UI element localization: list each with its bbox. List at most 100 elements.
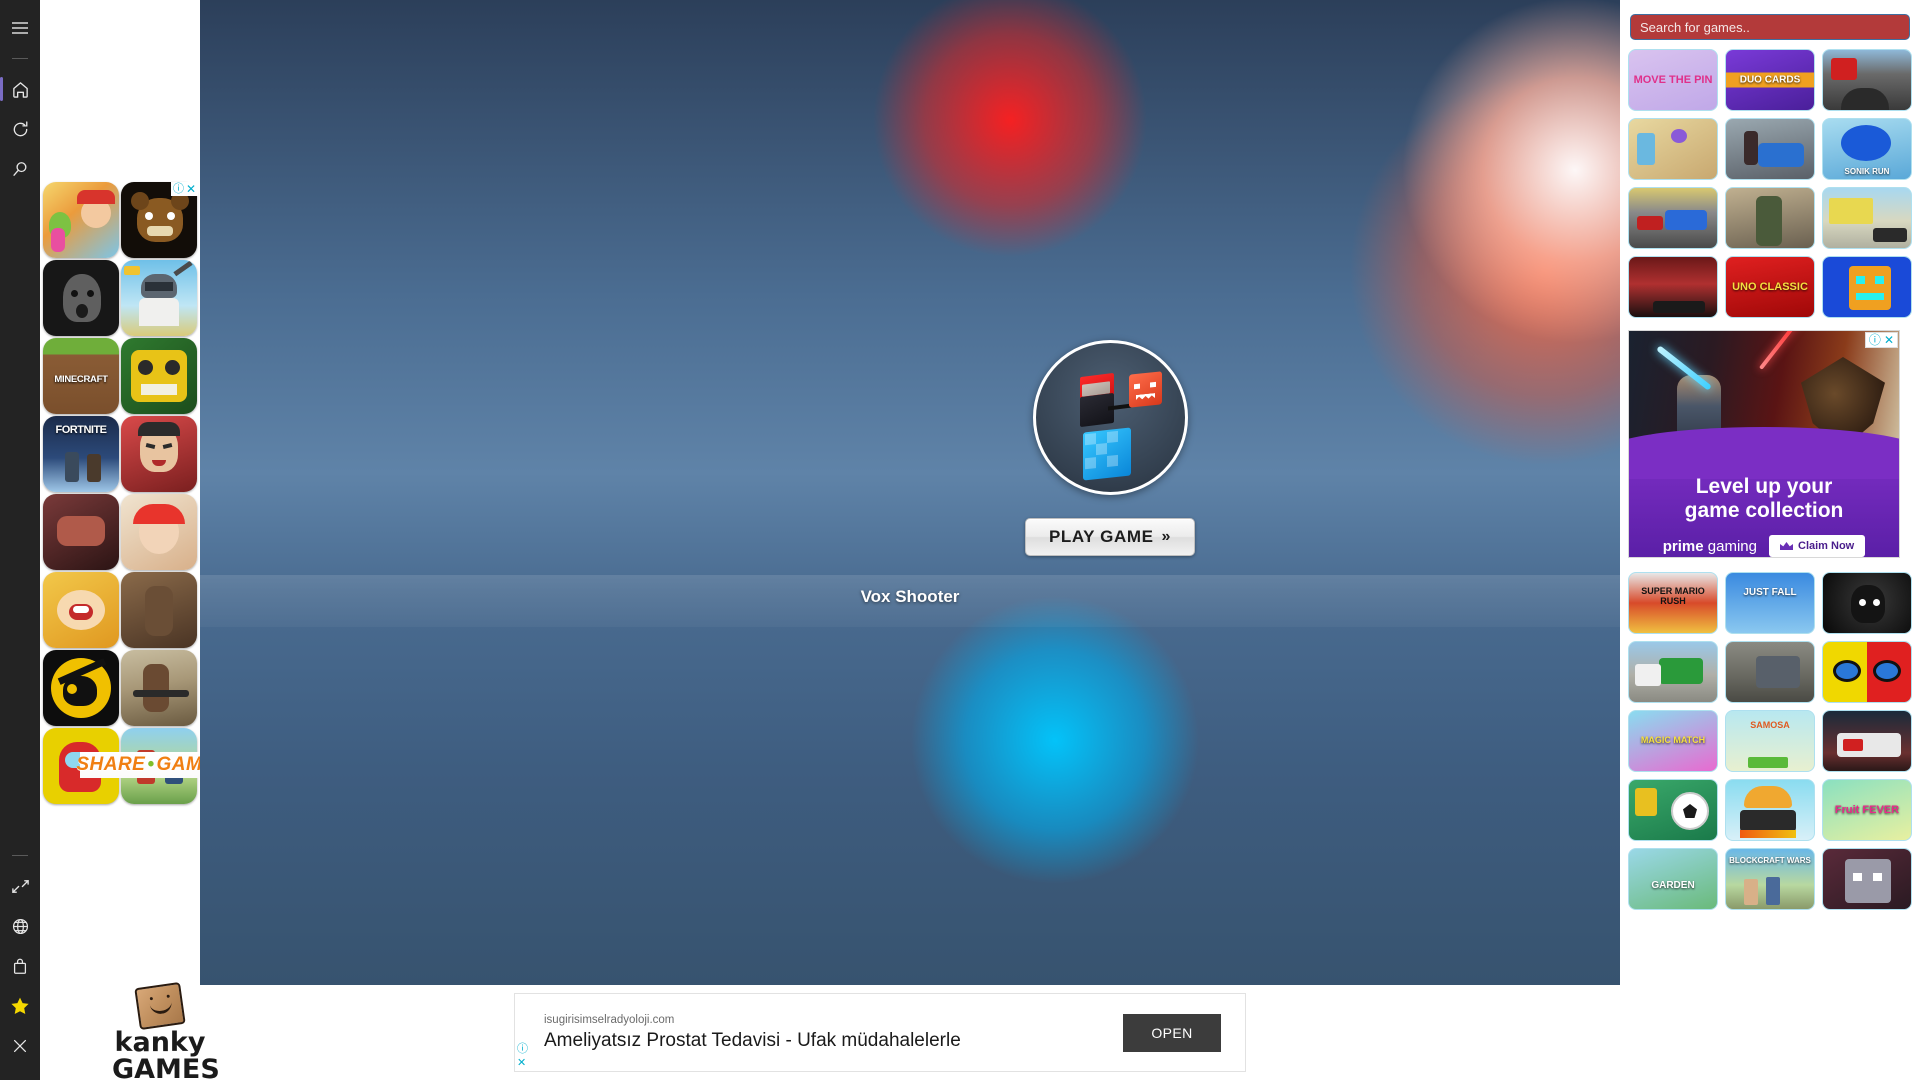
red-lightsaber-icon: [1758, 331, 1800, 370]
game-tile[interactable]: [1822, 572, 1912, 634]
tile-label: MOVE THE PIN: [1633, 73, 1713, 86]
logo-line-1: kanky: [114, 1027, 206, 1058]
left-ad-thumb[interactable]: [121, 416, 197, 492]
left-ad-thumb[interactable]: FORTNITE: [43, 416, 119, 492]
right-ad-banner[interactable]: ⓘ ✕ Level up your game collection prime …: [1628, 330, 1900, 558]
thumb-label: MINECRAFT: [54, 374, 108, 385]
game-tile[interactable]: UNO CLASSIC: [1725, 256, 1815, 318]
share-games-text-1: SHARE: [76, 754, 146, 775]
game-tile[interactable]: SONIK RUN: [1822, 118, 1912, 180]
collapse-icon[interactable]: [0, 866, 40, 906]
game-tile[interactable]: GARDEN: [1628, 848, 1718, 910]
chevron-right-icon: »: [1161, 528, 1172, 545]
bottom-ad-open-button[interactable]: OPEN: [1123, 1013, 1221, 1052]
globe-icon[interactable]: [0, 906, 40, 946]
game-tile[interactable]: [1822, 641, 1912, 703]
game-tile[interactable]: BLOCKCRAFT WARS: [1725, 848, 1815, 910]
left-ad-thumb[interactable]: [121, 650, 197, 726]
game-tile[interactable]: [1725, 187, 1815, 249]
claim-now-label: Claim Now: [1798, 540, 1855, 553]
game-tile[interactable]: [1822, 49, 1912, 111]
left-ad-controls[interactable]: ⓘ ✕: [170, 182, 198, 196]
bottom-ad-domain: isugirisimselradyoloji.com: [544, 1013, 675, 1026]
game-tile[interactable]: DUO CARDS: [1725, 49, 1815, 111]
game-tile[interactable]: MAGIC MATCH: [1628, 710, 1718, 772]
game-tile[interactable]: [1822, 256, 1912, 318]
ad-info-icon[interactable]: ⓘ: [517, 1044, 528, 1055]
ad-close-icon[interactable]: ✕: [186, 183, 196, 195]
site-logo[interactable]: kanky GAMES: [112, 982, 220, 1080]
prime-word: prime: [1662, 537, 1704, 555]
search-input[interactable]: [1630, 14, 1910, 40]
game-tile[interactable]: [1725, 779, 1815, 841]
left-ad-thumb[interactable]: [121, 572, 197, 648]
browser-sidebar: [0, 0, 40, 1080]
game-thumbnail[interactable]: [1033, 340, 1188, 495]
ad-close-icon[interactable]: ✕: [517, 1058, 528, 1069]
vox-enemy-cube: [1129, 371, 1162, 408]
tile-label: SONIK RUN: [1844, 167, 1890, 177]
game-tile[interactable]: JUST FALL: [1725, 572, 1815, 634]
app-root: ⓘ ✕ MINECRAFT FORTNITE SHARE • GAMES kan…: [0, 0, 1920, 1080]
left-ad-thumb[interactable]: [121, 494, 197, 570]
gaming-word: gaming: [1703, 537, 1757, 555]
left-ad-thumb[interactable]: MINECRAFT: [43, 338, 119, 414]
stage-background: [200, 0, 1620, 985]
crown-icon: [1780, 542, 1793, 551]
left-ad-thumb[interactable]: [43, 650, 119, 726]
bag-icon[interactable]: [0, 946, 40, 986]
tile-label: Fruit FEVER: [1834, 803, 1900, 816]
game-tile[interactable]: [1628, 256, 1718, 318]
prime-gaming-logo: prime gaming: [1663, 538, 1757, 555]
sidebar-divider-top: [12, 58, 28, 59]
game-grid-top: MOVE THE PIN DUO CARDS SONIK RUN UNO CLA…: [1628, 49, 1912, 318]
game-tile[interactable]: MOVE THE PIN: [1628, 49, 1718, 111]
play-game-button[interactable]: PLAY GAME »: [1025, 518, 1195, 556]
right-ad-controls[interactable]: ⓘ ✕: [1864, 332, 1898, 348]
game-tile[interactable]: [1822, 187, 1912, 249]
left-ad-thumb[interactable]: [121, 338, 197, 414]
left-ad-thumb[interactable]: [121, 260, 197, 336]
left-ad-thumb[interactable]: [43, 572, 119, 648]
search-container: [1628, 10, 1912, 40]
game-tile[interactable]: [1725, 118, 1815, 180]
left-ad-column: ⓘ ✕ MINECRAFT FORTNITE SHARE • GAMES kan…: [40, 0, 244, 1080]
right-panel: MOVE THE PIN DUO CARDS SONIK RUN: [1620, 0, 1920, 1080]
home-icon[interactable]: [0, 69, 40, 109]
tile-label: BLOCKCRAFT WARS: [1729, 856, 1811, 865]
menu-icon[interactable]: [0, 8, 40, 48]
star-icon[interactable]: [0, 986, 40, 1026]
game-tile[interactable]: SUPER MARIO RUSH: [1628, 572, 1718, 634]
left-ad-thumb[interactable]: [43, 494, 119, 570]
bottom-ad-text: isugirisimselradyoloji.com Ameliyatsız P…: [515, 1012, 1123, 1054]
game-tile[interactable]: [1822, 710, 1912, 772]
ad-close-icon[interactable]: ✕: [1884, 334, 1894, 346]
tile-label: DUO CARDS: [1726, 72, 1814, 88]
refresh-icon[interactable]: [0, 109, 40, 149]
play-game-label: PLAY GAME: [1048, 527, 1154, 546]
thumb-label: FORTNITE: [55, 424, 108, 436]
search-icon[interactable]: [0, 149, 40, 189]
left-ad-thumb[interactable]: [43, 182, 119, 258]
game-tile[interactable]: [1725, 641, 1815, 703]
left-ad-thumb-grid: MINECRAFT FORTNITE: [43, 182, 198, 804]
close-icon[interactable]: [0, 1026, 40, 1066]
tile-label: UNO CLASSIC: [1732, 280, 1808, 293]
game-tile[interactable]: Fruit FEVER: [1822, 779, 1912, 841]
vox-blue-block: [1083, 427, 1131, 481]
bottom-ad-controls[interactable]: ⓘ ✕: [517, 1044, 528, 1069]
tile-label: JUST FALL: [1743, 587, 1797, 598]
ad-info-icon[interactable]: ⓘ: [1869, 334, 1881, 346]
game-tile[interactable]: [1822, 848, 1912, 910]
game-tile[interactable]: SAMOSA: [1725, 710, 1815, 772]
sidebar-divider-bottom: [12, 855, 28, 856]
left-ad-thumb[interactable]: [43, 260, 119, 336]
game-tile[interactable]: [1628, 641, 1718, 703]
game-tile[interactable]: [1628, 118, 1718, 180]
game-tile[interactable]: [1628, 779, 1718, 841]
tile-label: SAMOSA: [1750, 720, 1790, 730]
ad-info-icon[interactable]: ⓘ: [173, 183, 184, 195]
claim-now-button[interactable]: Claim Now: [1769, 535, 1866, 557]
game-tile[interactable]: [1628, 187, 1718, 249]
bottom-ad-banner[interactable]: isugirisimselradyoloji.com Ameliyatsız P…: [514, 993, 1246, 1072]
